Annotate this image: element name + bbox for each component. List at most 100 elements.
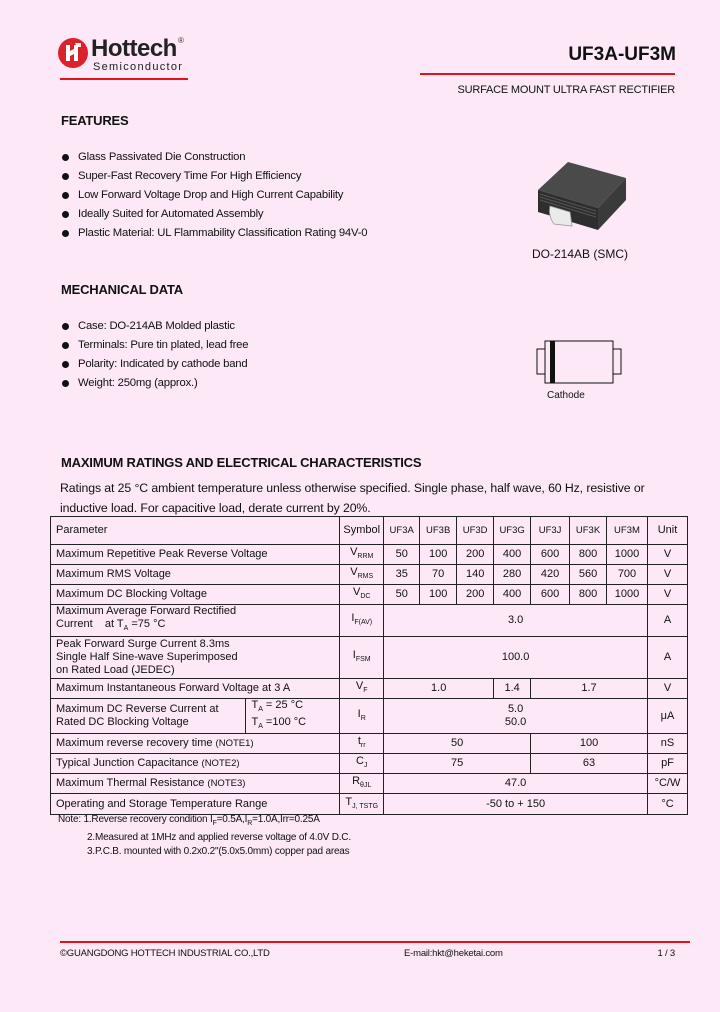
feature-item: Low Forward Voltage Drop and High Curren… (61, 186, 367, 205)
param-label: Maximum RMS Voltage (49, 564, 341, 585)
table-notes: Note: 1.Reverse recovery condition IF=0.… (58, 813, 351, 859)
title-underline (420, 73, 675, 75)
value-cell: 70 (419, 564, 458, 585)
header-model: UF3J (530, 516, 571, 545)
value-cell: 1.4 (493, 678, 532, 699)
header-model: UF3G (493, 516, 532, 545)
part-number-title: UF3A-UF3M (568, 44, 676, 65)
value-cell: 75 (383, 753, 532, 775)
value-cell: 200 (456, 584, 495, 605)
value-cell: 400 (493, 584, 532, 605)
value-cell: 1000 (606, 584, 648, 605)
value-cell: 100 (530, 733, 648, 755)
value-cell: 800 (569, 584, 608, 605)
header-model: UF3M (606, 516, 648, 545)
note-1: Note: 1.Reverse recovery condition IF=0.… (58, 814, 320, 827)
hottech-logo-icon (58, 38, 88, 68)
param-label: Maximum reverse recovery time (NOTE1) (49, 733, 341, 755)
table-row: Operating and Storage Temperature Range … (49, 793, 689, 816)
features-list: Glass Passivated Die Construction Super-… (61, 148, 368, 243)
features-heading: FEATURES (61, 113, 129, 128)
param-label: Maximum DC Blocking Voltage (49, 584, 341, 605)
mechanical-item: Weight: 250mg (approx.) (61, 374, 248, 393)
ratings-table: Parameter Symbol UF3A UF3B UF3D UF3G UF3… (49, 516, 689, 816)
header-unit: Unit (646, 516, 689, 545)
header-symbol: Symbol (339, 516, 385, 545)
value-cell: 47.0 (383, 773, 648, 795)
condition-cell: TA = 25 °C TA =100 °C (245, 697, 341, 735)
value-cell: 560 (569, 564, 608, 585)
table-row: Typical Junction Capacitance (NOTE2) CJ … (49, 753, 689, 775)
ratings-intro: Ratings at 25 °C ambient temperature unl… (60, 481, 645, 515)
note-3: 3.P.C.B. mounted with 0.2x0.2"(5.0x5.0mm… (87, 846, 350, 857)
value-cell: 600 (530, 584, 571, 605)
symbol-cell: VRRM (339, 544, 385, 565)
value-cell: 600 (530, 544, 571, 565)
table-row: Maximum Repetitive Peak Reverse Voltage … (49, 544, 689, 565)
mechanical-item: Polarity: Indicated by cathode band (61, 355, 248, 374)
unit-cell: A (646, 636, 689, 679)
unit-cell: V (646, 544, 689, 565)
table-row: Maximum Thermal Resistance (NOTE3) RθJL … (49, 773, 689, 795)
logo-underline (60, 78, 188, 80)
value-cell: 3.0 (383, 604, 648, 637)
brand-name: Hottech (91, 35, 177, 62)
param-label: Maximum Thermal Resistance (NOTE3) (49, 773, 341, 795)
header-model: UF3A (383, 516, 421, 545)
symbol-cell: IFSM (339, 636, 385, 679)
feature-item: Super-Fast Recovery Time For High Effici… (61, 167, 367, 186)
table-row: Maximum DC Blocking Voltage VDC 50 100 2… (49, 584, 689, 605)
value-cell: 140 (456, 564, 495, 585)
value-cell: 1.7 (530, 678, 648, 699)
param-label: Maximum Average Forward Rectified Curren… (49, 604, 341, 637)
header-model: UF3B (419, 516, 458, 545)
document-subtitle: SURFACE MOUNT ULTRA FAST RECTIFIER (457, 84, 675, 96)
value-cell: 50 (383, 544, 421, 565)
footer-divider (60, 941, 690, 943)
unit-cell: V (646, 564, 689, 585)
symbol-cell: IR (339, 697, 385, 735)
cathode-caption: Cathode (547, 390, 585, 401)
package-image (528, 150, 638, 230)
table-row: Maximum reverse recovery time (NOTE1) tr… (49, 733, 689, 755)
note-2: 2.Measured at 1MHz and applied reverse v… (87, 832, 351, 843)
value-cell: 1.0 (383, 678, 495, 699)
page-number: 1 / 3 (657, 948, 676, 959)
header-model: UF3K (569, 516, 608, 545)
ratings-heading: MAXIMUM RATINGS AND ELECTRICAL CHARACTER… (61, 455, 422, 470)
value-cell: 100.0 (383, 636, 648, 679)
param-label: Operating and Storage Temperature Range (49, 793, 341, 816)
value-cell: 1000 (606, 544, 648, 565)
mechanical-list: Case: DO-214AB Molded plastic Terminals:… (61, 317, 249, 393)
symbol-cell: IF(AV) (339, 604, 385, 637)
table-row: Maximum Instantaneous Forward Voltage at… (49, 678, 689, 699)
registered-mark: ® (178, 36, 184, 45)
symbol-cell: trr (339, 733, 385, 755)
unit-cell: μA (646, 697, 689, 735)
footer-company: ©GUANGDONG HOTTECH INDUSTRIAL CO.,LTD (60, 948, 270, 959)
table-row: Maximum Average Forward Rectified Curren… (49, 604, 689, 637)
unit-cell: °C/W (646, 773, 689, 795)
unit-cell: A (646, 604, 689, 637)
feature-item: Glass Passivated Die Construction (61, 148, 367, 167)
footer-email[interactable]: E-mail:hkt@heketai.com (404, 948, 503, 959)
value-cell: -50 to + 150 (383, 793, 648, 816)
symbol-cell: VDC (339, 584, 385, 605)
feature-item: Ideally Suited for Automated Assembly (61, 205, 367, 224)
unit-cell: °C (646, 793, 689, 816)
param-label: Maximum Repetitive Peak Reverse Voltage (49, 544, 341, 565)
param-label: Maximum DC Reverse Current at Rated DC B… (49, 697, 247, 735)
mechanical-heading: MECHANICAL DATA (61, 282, 183, 297)
param-label: Typical Junction Capacitance (NOTE2) (49, 753, 341, 775)
package-outline-drawing (536, 340, 626, 385)
value-cell: 50 (383, 584, 421, 605)
package-caption: DO-214AB (SMC) (532, 247, 629, 261)
table-row: Maximum RMS Voltage VRMS 35 70 140 280 4… (49, 564, 689, 585)
value-cell: 100 (419, 584, 458, 605)
symbol-cell: VRMS (339, 564, 385, 585)
value-cell: 420 (530, 564, 571, 585)
symbol-cell: VF (339, 678, 385, 699)
unit-cell: V (646, 678, 689, 699)
brand-subtitle: Semiconductor (93, 61, 184, 73)
table-header-row: Parameter Symbol UF3A UF3B UF3D UF3G UF3… (49, 516, 689, 545)
